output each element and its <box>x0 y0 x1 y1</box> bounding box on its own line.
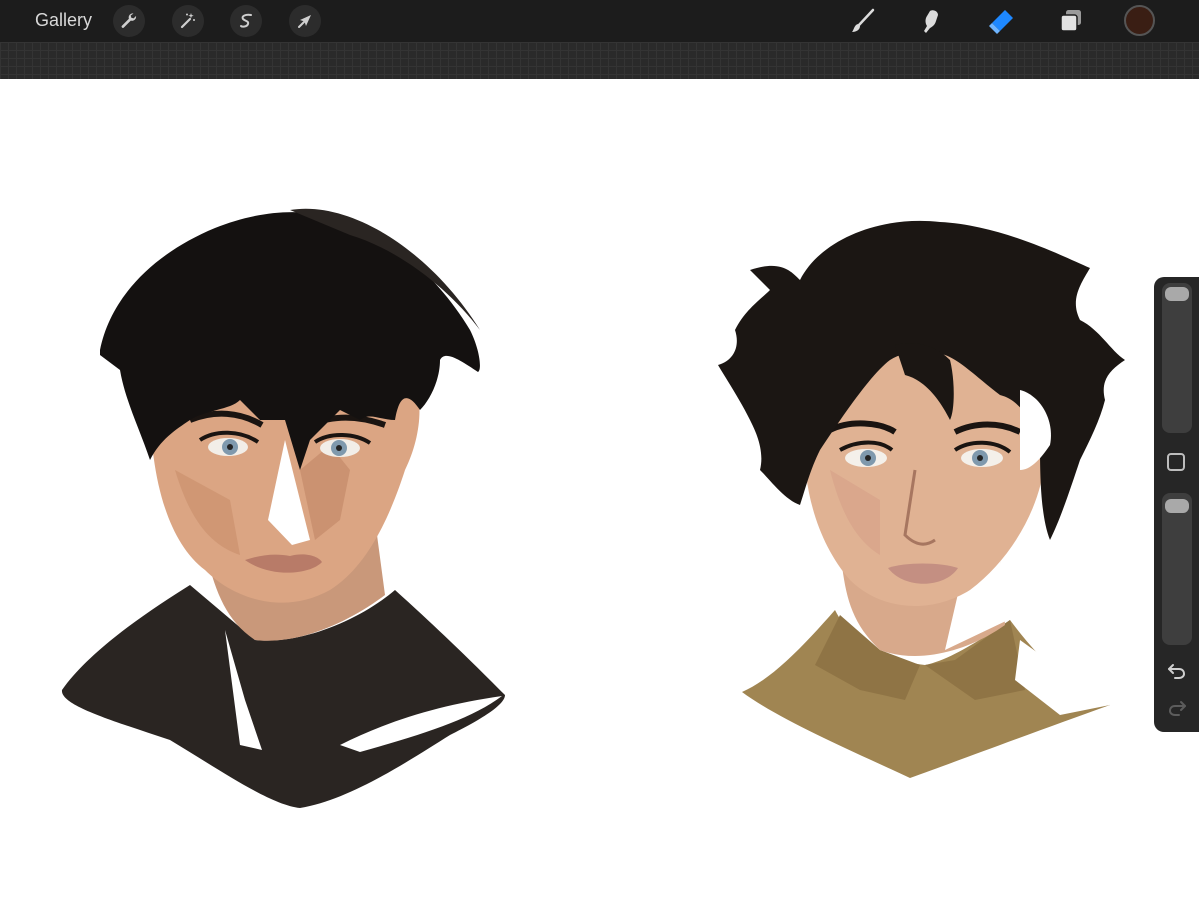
canvas-grid-strip <box>0 42 1199 79</box>
smudge-tool-button[interactable] <box>916 5 948 37</box>
wrench-icon <box>121 13 137 28</box>
color-picker-button[interactable] <box>1124 5 1155 36</box>
selection-button[interactable] <box>230 5 262 37</box>
magic-wand-icon <box>180 13 195 29</box>
opacity-slider[interactable] <box>1162 493 1192 645</box>
layers-button[interactable] <box>1055 5 1087 37</box>
eraser-icon <box>989 10 1013 34</box>
redo-button[interactable] <box>1165 697 1189 719</box>
portrait-right <box>718 220 1125 778</box>
undo-icon <box>1168 664 1186 679</box>
transform-button[interactable] <box>289 5 321 37</box>
brush-size-slider[interactable] <box>1162 283 1192 433</box>
modify-button[interactable] <box>1167 453 1185 471</box>
undo-button[interactable] <box>1165 660 1189 682</box>
eraser-tool-button[interactable] <box>985 5 1017 37</box>
brush-sidebar <box>1154 277 1199 732</box>
redo-icon <box>1168 701 1186 716</box>
layers-icon <box>1060 10 1081 32</box>
actions-button[interactable] <box>113 5 145 37</box>
top-toolbar: Gallery <box>0 0 1199 42</box>
brush-tool-button[interactable] <box>847 5 879 37</box>
brush-icon <box>852 8 875 32</box>
selection-icon <box>240 13 252 28</box>
adjustments-button[interactable] <box>172 5 204 37</box>
smudge-icon <box>924 10 938 34</box>
left-hair <box>100 212 480 470</box>
transform-arrow-icon <box>298 15 311 28</box>
artwork <box>61 208 1125 808</box>
drawing-canvas[interactable] <box>0 79 1199 899</box>
brush-size-knob[interactable] <box>1165 287 1189 301</box>
portrait-left <box>61 208 505 808</box>
gallery-button[interactable]: Gallery <box>35 10 92 31</box>
opacity-knob[interactable] <box>1165 499 1189 513</box>
